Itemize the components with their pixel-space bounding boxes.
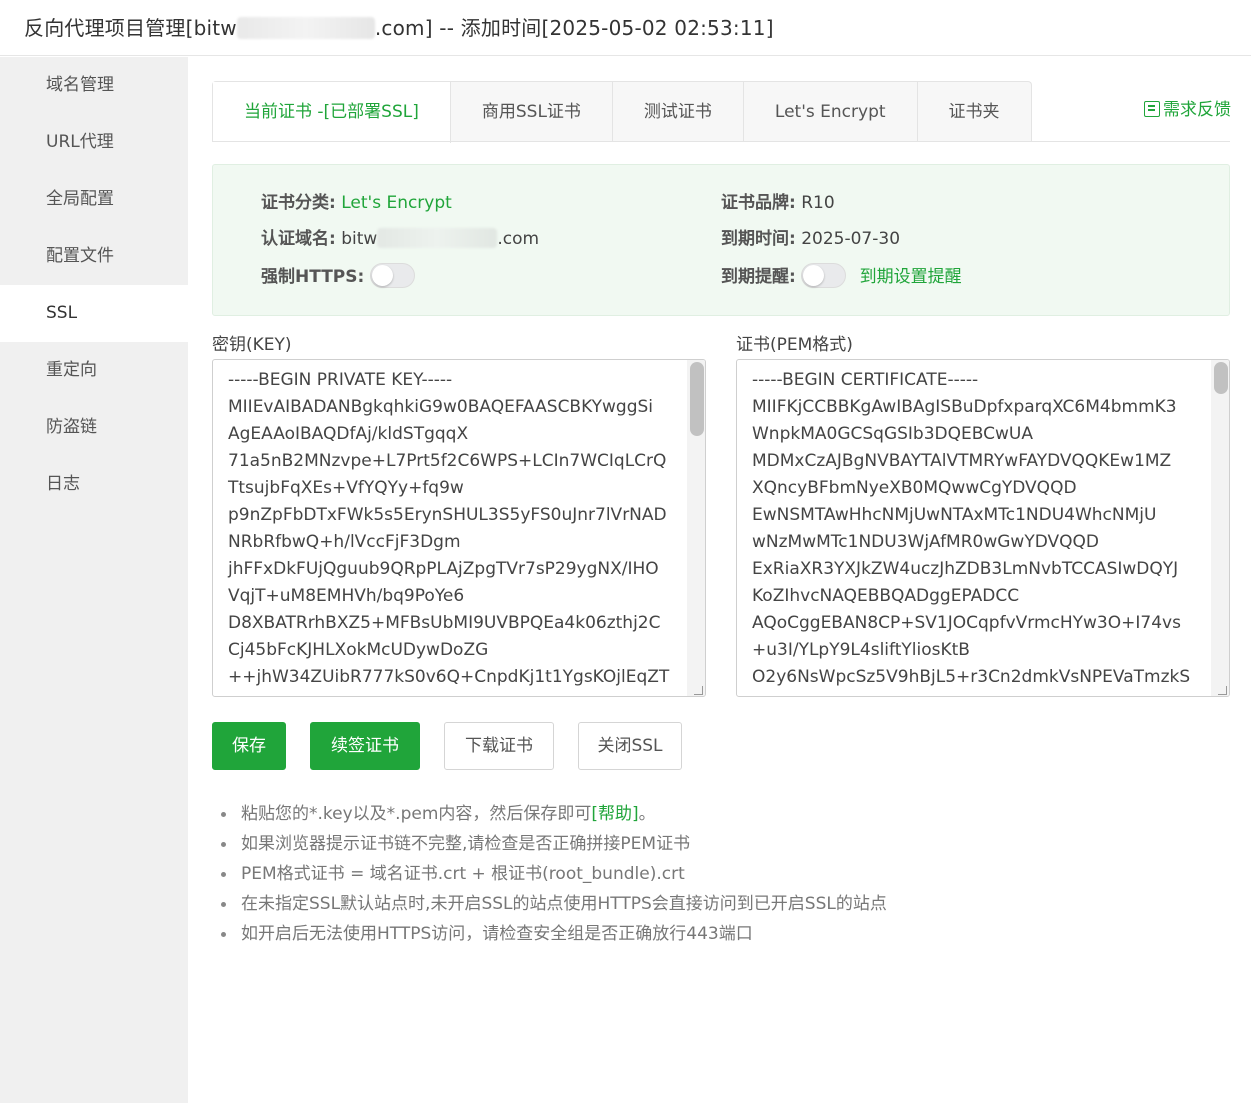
tabs-divider (212, 141, 1230, 142)
tab-lets-encrypt[interactable]: Let's Encrypt (744, 82, 918, 142)
tip-item: PEM格式证书 = 域名证书.crt + 根证书(root_bundle).cr… (218, 859, 887, 889)
force-https-label: 强制HTTPS: (261, 267, 364, 287)
expire-remind-row: 到期提醒: 到期设置提醒 (721, 263, 962, 287)
tip-item: 在未指定SSL默认站点时,未开启SSL的站点使用HTTPS会直接访问到已开启SS… (218, 889, 887, 919)
cert-info-panel: 证书分类: Let's Encrypt 认证域名: bitw .com 强制HTT… (212, 164, 1230, 316)
tab-cert-folder[interactable]: 证书夹 (918, 82, 1031, 142)
redacted-domain-2 (377, 228, 497, 248)
title-suffix: .com] -- 添加时间[2025-05-02 02:53:11] (375, 16, 774, 40)
key-line: NRbRfbwQ+h/lVccFjF3Dgm (228, 529, 681, 556)
key-line: Cj45bFcKJHLXokMcUDywDoZG (228, 637, 681, 664)
main-content: 当前证书 -[已部署SSL] 商用SSL证书 测试证书 Let's Encryp… (188, 57, 1251, 1103)
certificate-textarea[interactable]: -----BEGIN CERTIFICATE-----MIIFKjCCBBKgA… (736, 359, 1230, 697)
certificate-content: -----BEGIN CERTIFICATE-----MIIFKjCCBBKgA… (752, 367, 1205, 691)
cert-domain-prefix: bitw (341, 229, 377, 249)
cert-line: -----BEGIN CERTIFICATE----- (752, 367, 1205, 394)
sidebar-item-redirect[interactable]: 重定向 (0, 342, 188, 399)
key-line: MIIEvAIBADANBgkqhkiG9w0BAQEFAASCBKYwggSi (228, 394, 681, 421)
force-https-toggle[interactable] (370, 263, 415, 288)
key-line: 71a5nB2MNzvpe+L7Prt5f2C6WPS+LCIn7WCIqLCr… (228, 448, 681, 475)
key-line: D8XBATRrhBXZ5+MFBsUbMI9UVBPQEa4k06zthj2C (228, 610, 681, 637)
cert-line: MDMxCzAJBgNVBAYTAlVTMRYwFAYDVQQKEw1MZ (752, 448, 1205, 475)
key-line: ++jhW34ZUibR777kS0v6Q+CnpdKj1t1YgsKOjlEq… (228, 664, 681, 691)
cert-line: wNzMwMTc1NDU3WjAfMR0wGwYDVQQD (752, 529, 1205, 556)
key-line: TtsujbFqXEs+VfYQYy+fq9w (228, 475, 681, 502)
tab-commercial-ssl[interactable]: 商用SSL证书 (451, 82, 613, 142)
key-line: p9nZpFbDTxFWk5s5ErynSHUL3S5yFS0uJnr7lVrN… (228, 502, 681, 529)
key-line: -----BEGIN PRIVATE KEY----- (228, 367, 681, 394)
cert-expire-label: 到期时间: (721, 229, 796, 249)
key-label: 密钥(KEY) (212, 330, 292, 355)
key-scrollbar[interactable] (687, 360, 705, 696)
cert-line: XQncyBFbmNyeXB0MQwwCgYDVQQD (752, 475, 1205, 502)
tab-test-cert[interactable]: 测试证书 (613, 82, 744, 142)
tips-list: 粘贴您的*.key以及*.pem内容，然后保存即可[帮助]。 如果浏览器提示证书… (218, 799, 887, 949)
key-line: AgEAAoIBAQDfAj/kldSTgqqX (228, 421, 681, 448)
window-title: 反向代理项目管理[bitw .com] -- 添加时间[2025-05-02 02… (24, 12, 774, 41)
cert-label: 证书(PEM格式) (736, 330, 853, 355)
title-bar: 反向代理项目管理[bitw .com] -- 添加时间[2025-05-02 02… (0, 0, 1251, 56)
save-button[interactable]: 保存 (212, 722, 286, 770)
force-https-row: 强制HTTPS: (261, 263, 415, 287)
tip-item: 如开启后无法使用HTTPS访问，请检查安全组是否正确放行443端口 (218, 919, 887, 949)
cert-domain-suffix: .com (497, 229, 539, 249)
tip1-text: 粘贴您的*.key以及*.pem内容，然后保存即可 (241, 804, 591, 824)
cert-category-value: Let's Encrypt (341, 193, 452, 213)
cert-line: AQoCggEBAN8CP+SV1JOCqpfvVrmcHYw3O+I74vs (752, 610, 1205, 637)
help-link[interactable]: [帮助] (591, 804, 638, 824)
private-key-content: -----BEGIN PRIVATE KEY-----MIIEvAIBADANB… (228, 367, 681, 691)
tab-current-cert[interactable]: 当前证书 -[已部署SSL] (213, 82, 451, 143)
renew-cert-button[interactable]: 续签证书 (310, 722, 420, 770)
close-ssl-button[interactable]: 关闭SSL (578, 722, 682, 770)
cert-expire-row: 到期时间: 2025-07-30 (721, 227, 900, 251)
sidebar-item-log[interactable]: 日志 (0, 456, 188, 513)
key-line: jhFFxDkFUjQguub9QRpPLAjZpgTVr7sP29ygNX/I… (228, 556, 681, 583)
tip1-end: 。 (639, 804, 656, 824)
cert-line: EwNSMTAwHhcNMjUwNTAxMTc1NDU4WhcNMjU (752, 502, 1205, 529)
edit-icon (1144, 101, 1160, 117)
cert-line: +u3I/YLpY9L4sliftYliosKtB (752, 637, 1205, 664)
expire-remind-toggle[interactable] (801, 263, 846, 288)
tip-item: 如果浏览器提示证书链不完整,请检查是否正确拼接PEM证书 (218, 829, 887, 859)
tip-item: 粘贴您的*.key以及*.pem内容，然后保存即可[帮助]。 (218, 799, 887, 829)
cert-line: WnpkMA0GCSqGSIb3DQEBCwUA (752, 421, 1205, 448)
cert-category-label: 证书分类: (261, 193, 336, 213)
cert-brand-label: 证书品牌: (721, 193, 796, 213)
redacted-domain (237, 17, 375, 39)
ssl-tabs: 当前证书 -[已部署SSL] 商用SSL证书 测试证书 Let's Encryp… (212, 81, 1032, 142)
sidebar-item-url-proxy[interactable]: URL代理 (0, 114, 188, 171)
cert-scrollbar[interactable] (1211, 360, 1229, 696)
cert-line: KoZIhvcNAQEBBQADggEPADCC (752, 583, 1205, 610)
private-key-textarea[interactable]: -----BEGIN PRIVATE KEY-----MIIEvAIBADANB… (212, 359, 706, 697)
cert-domain-label: 认证域名: (261, 229, 336, 249)
sidebar-item-config-file[interactable]: 配置文件 (0, 228, 188, 285)
key-resize-handle[interactable] (694, 686, 703, 695)
cert-domain-row: 认证域名: bitw .com (261, 227, 539, 251)
feedback-label: 需求反馈 (1163, 100, 1231, 120)
cert-scroll-thumb[interactable] (1214, 362, 1228, 394)
expire-remind-link[interactable]: 到期设置提醒 (860, 267, 962, 287)
cert-line: MIIFKjCCBBKgAwIBAgISBuDpfxparqXC6M4bmmK3 (752, 394, 1205, 421)
cert-line: O2y6NsWpcSz5V9hBjL5+r3Cn2dmkVsNPEVaTmzkS (752, 664, 1205, 691)
download-cert-button[interactable]: 下载证书 (444, 722, 554, 770)
sidebar-item-hotlink[interactable]: 防盗链 (0, 399, 188, 456)
cert-resize-handle[interactable] (1218, 686, 1227, 695)
sidebar-item-global-config[interactable]: 全局配置 (0, 171, 188, 228)
cert-expire-value: 2025-07-30 (801, 229, 900, 249)
key-line: VqjT+uM8EMHVh/bq9PoYe6 (228, 583, 681, 610)
feedback-link[interactable]: 需求反馈 (1144, 95, 1231, 120)
cert-line: ExRiaXR3YXJkZW4uczJhZDB3LmNvbTCCASIwDQYJ (752, 556, 1205, 583)
key-scroll-thumb[interactable] (690, 362, 704, 436)
expire-remind-label: 到期提醒: (721, 267, 796, 287)
title-prefix: 反向代理项目管理[bitw (24, 16, 237, 40)
cert-category-row: 证书分类: Let's Encrypt (261, 191, 452, 215)
cert-brand-value: R10 (801, 193, 834, 213)
sidebar-item-ssl[interactable]: SSL (0, 285, 188, 342)
cert-brand-row: 证书品牌: R10 (721, 191, 835, 215)
sidebar: 域名管理 URL代理 全局配置 配置文件 SSL 重定向 防盗链 日志 (0, 57, 188, 1103)
sidebar-item-domain[interactable]: 域名管理 (0, 57, 188, 114)
